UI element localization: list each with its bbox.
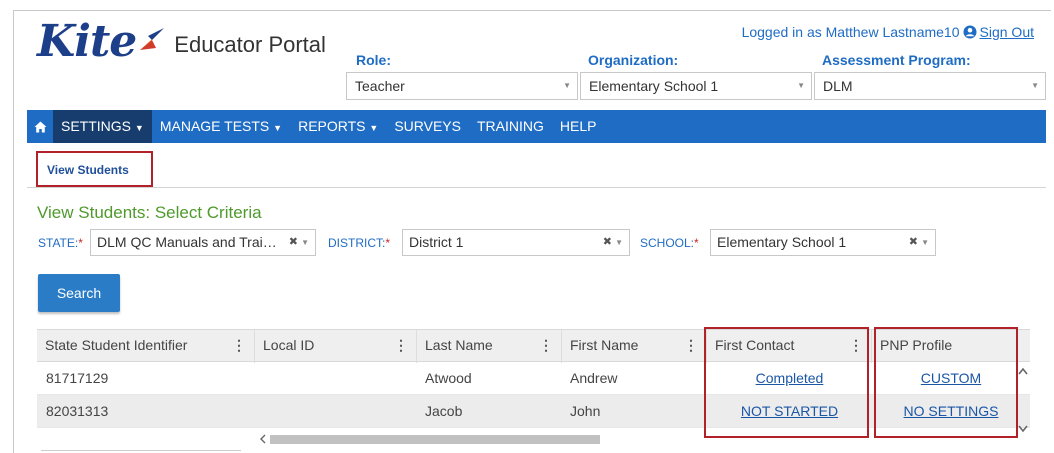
search-button[interactable]: Search <box>38 274 120 312</box>
sub-tab-bar: View Students <box>27 143 1046 188</box>
nav-surveys[interactable]: SURVEYS <box>386 110 469 143</box>
table-row[interactable]: 82031313 Jacob John NOT STARTED NO SETTI… <box>37 395 1030 428</box>
state-label: STATE:* <box>38 236 83 250</box>
caret-down-icon: ▼ <box>134 123 144 133</box>
cell-last-name: Atwood <box>425 370 472 386</box>
district-value: District 1 <box>409 234 464 250</box>
sign-out-link[interactable]: Sign Out <box>980 24 1034 40</box>
chevron-down-icon: ▼ <box>921 238 929 247</box>
column-label: First Name <box>570 337 639 353</box>
state-label-text: STATE: <box>38 236 79 250</box>
first-contact-link[interactable]: Completed <box>707 362 872 395</box>
login-text: Logged in as Matthew Lastname10 <box>741 24 960 40</box>
state-select[interactable]: DLM QC Manuals and Trai… ✖ ▼ <box>90 229 316 256</box>
horizontal-scrollbar[interactable] <box>258 432 1016 446</box>
chevron-down-icon: ▼ <box>615 238 623 247</box>
chevron-down-icon: ▼ <box>797 81 805 90</box>
grid-header: State Student Identifier ⋮ Local ID ⋮ Last… <box>37 329 1030 363</box>
assessment-program-value: DLM <box>823 78 853 94</box>
nav-manage-tests[interactable]: MANAGE TESTS ▼ <box>152 110 290 143</box>
nav-manage-tests-label: MANAGE TESTS <box>159 118 270 134</box>
column-label: State Student Identifier <box>45 337 188 353</box>
role-select[interactable]: Teacher ▼ <box>346 72 578 100</box>
nav-reports[interactable]: REPORTS ▼ <box>290 110 386 143</box>
column-pnp-profile[interactable]: PNP Profile <box>872 330 1030 363</box>
chevron-down-icon: ▼ <box>301 238 309 247</box>
school-value: Elementary School 1 <box>717 234 847 250</box>
main-nav: SETTINGS ▼ MANAGE TESTS ▼ REPORTS ▼ SURV… <box>27 110 1046 143</box>
nav-settings-label: SETTINGS <box>61 118 132 134</box>
school-label-text: SCHOOL: <box>640 236 695 250</box>
column-label: Last Name <box>425 337 493 353</box>
required-mark: * <box>78 236 83 250</box>
organization-label: Organization: <box>588 52 679 68</box>
school-label: SCHOOL:* <box>640 236 699 250</box>
scrollbar-thumb[interactable] <box>270 435 600 444</box>
clear-icon[interactable]: ✖ <box>603 236 612 248</box>
cell-last-name: Jacob <box>425 403 463 419</box>
cell-state-id: 82031313 <box>46 403 109 419</box>
organization-select[interactable]: Elementary School 1 ▼ <box>580 72 812 100</box>
caret-down-icon: ▼ <box>273 123 283 133</box>
clear-icon[interactable]: ✖ <box>909 236 918 248</box>
column-last-name[interactable]: Last Name ⋮ <box>417 330 562 363</box>
table-row[interactable]: 81717129 Atwood Andrew Completed CUSTOM <box>37 362 1030 395</box>
pnp-profile-link[interactable]: CUSTOM <box>872 362 1030 395</box>
role-label: Role: <box>356 52 391 68</box>
column-menu-icon[interactable]: ⋮ <box>232 330 246 361</box>
home-button[interactable] <box>27 110 53 143</box>
cell-first-name: John <box>570 403 601 419</box>
nav-training-label: TRAINING <box>477 118 544 134</box>
column-menu-icon[interactable]: ⋮ <box>539 330 553 361</box>
column-label: Local ID <box>263 337 315 353</box>
assessment-program-label: Assessment Program: <box>822 52 971 68</box>
caret-down-icon: ▼ <box>369 123 379 133</box>
district-label-text: DISTRICT: <box>328 236 386 250</box>
nav-help[interactable]: HELP <box>552 110 605 143</box>
state-value: DLM QC Manuals and Trai… <box>97 234 277 250</box>
tab-view-students[interactable]: View Students <box>36 151 153 187</box>
school-select[interactable]: Elementary School 1 ✖ ▼ <box>710 229 936 256</box>
column-first-name[interactable]: First Name ⋮ <box>562 330 707 363</box>
district-select[interactable]: District 1 ✖ ▼ <box>402 229 630 256</box>
column-state-student-identifier[interactable]: State Student Identifier ⋮ <box>37 330 255 363</box>
column-label: PNP Profile <box>880 337 953 353</box>
scroll-arrows-icon <box>1018 367 1028 433</box>
column-label: First Contact <box>715 337 795 353</box>
required-mark: * <box>694 236 699 250</box>
column-menu-icon[interactable]: ⋮ <box>849 330 863 361</box>
column-menu-icon[interactable]: ⋮ <box>394 330 408 361</box>
kite-logo[interactable]: Kite Educator Portal <box>37 16 326 67</box>
chevron-down-icon: ▼ <box>563 81 571 90</box>
portal-name: Educator Portal <box>174 32 326 57</box>
login-status: Logged in as Matthew Lastname10 Sign Out <box>742 24 1034 40</box>
vertical-scrollbar[interactable] <box>1016 362 1030 440</box>
logo-wordmark: Kite <box>37 16 137 67</box>
column-local-id[interactable]: Local ID ⋮ <box>255 330 417 363</box>
cell-state-id: 81717129 <box>46 370 109 386</box>
home-icon <box>34 121 46 132</box>
cell-first-name: Andrew <box>570 370 618 386</box>
role-value: Teacher <box>355 78 405 94</box>
assessment-program-select[interactable]: DLM ▼ <box>814 72 1046 100</box>
user-icon <box>963 25 977 39</box>
pnp-profile-link[interactable]: NO SETTINGS <box>872 395 1030 428</box>
nav-settings[interactable]: SETTINGS ▼ <box>53 110 152 143</box>
nav-reports-label: REPORTS <box>298 118 366 134</box>
scroll-left-icon <box>260 434 266 444</box>
nav-surveys-label: SURVEYS <box>394 118 461 134</box>
district-label: DISTRICT:* <box>328 236 390 250</box>
required-mark: * <box>385 236 391 250</box>
first-contact-link[interactable]: NOT STARTED <box>707 395 872 428</box>
organization-value: Elementary School 1 <box>589 78 719 94</box>
nav-help-label: HELP <box>559 118 597 134</box>
column-first-contact[interactable]: First Contact ⋮ <box>707 330 872 363</box>
nav-training[interactable]: TRAINING <box>469 110 552 143</box>
kite-bird-icon <box>140 28 165 50</box>
chevron-down-icon: ▼ <box>1031 81 1039 90</box>
page-title: View Students: Select Criteria <box>37 203 262 222</box>
clear-icon[interactable]: ✖ <box>289 236 298 248</box>
column-menu-icon[interactable]: ⋮ <box>684 330 698 361</box>
